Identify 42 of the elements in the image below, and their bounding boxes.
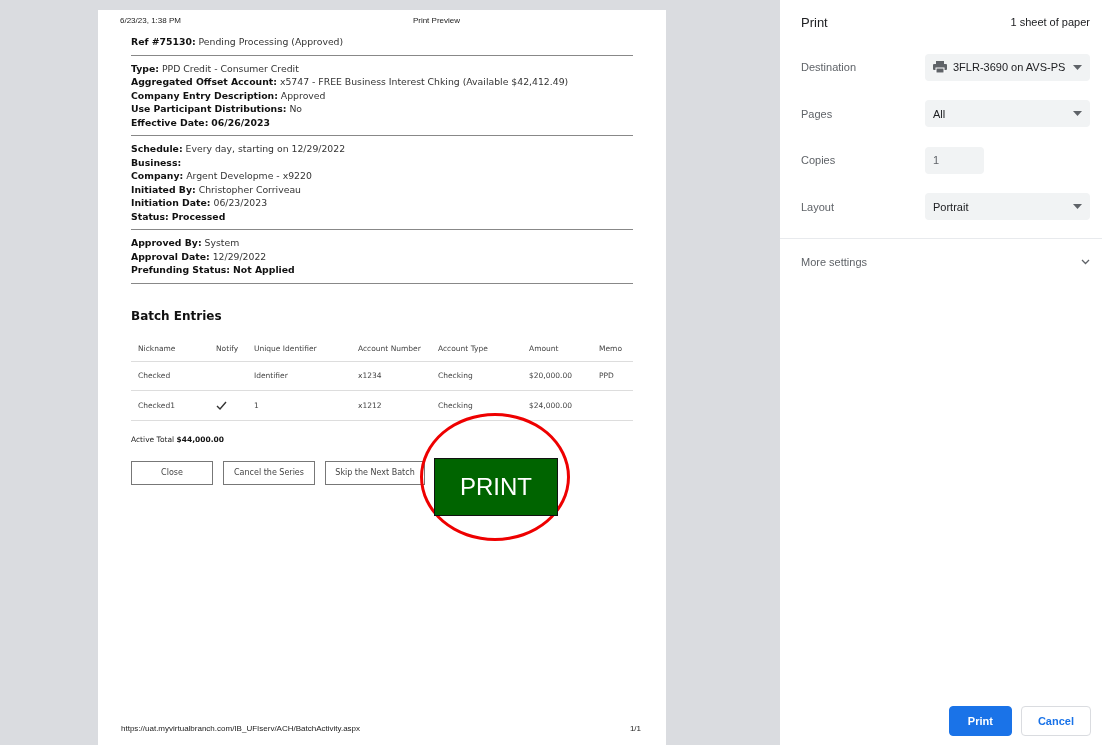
action-button[interactable]: Cancel the Series — [223, 460, 315, 485]
select-field[interactable]: Portrait — [925, 193, 1090, 221]
detail-line: Aggregated Offset Account: x5747 - FREE Business Interest Chking (Available $42,412.49) — [131, 75, 570, 89]
select-field[interactable]: All — [925, 100, 1090, 128]
batch-title: Batch Entries — [131, 308, 223, 323]
action-button[interactable]: Close — [131, 460, 213, 485]
setting-label: Destination — [801, 61, 858, 74]
page-number: 1/1 — [629, 724, 641, 733]
panel-title: Print — [801, 14, 828, 30]
setting-label: Copies — [801, 154, 837, 167]
setting-label: Layout — [801, 200, 836, 213]
detail-line: Use Participant Distributions: No — [131, 102, 304, 116]
caret-icon — [1073, 64, 1082, 70]
input-field[interactable]: 1 — [925, 146, 984, 174]
action-button[interactable]: Skip the Next Batch — [325, 460, 425, 485]
print-annotation: PRINT — [434, 458, 558, 516]
sheet-count: 1 sheet of paper — [1010, 16, 1090, 28]
detail-line: Approved By: System — [131, 236, 241, 250]
detail-line: Effective Date: 06/26/2023 — [131, 115, 271, 129]
print-date: 6/23/23, 1:38 PM — [120, 16, 181, 25]
chevron-down-icon — [1081, 259, 1090, 265]
detail-line: Initiated By: Christopher Corriveau — [131, 182, 302, 196]
detail-line: Approval Date: 12/29/2022 — [131, 249, 268, 263]
caret-icon — [1073, 111, 1082, 117]
detail-line: Company Entry Description: Approved — [131, 88, 327, 102]
printer-icon — [933, 61, 947, 74]
caret-icon — [1073, 204, 1082, 210]
detail-line: Business: — [131, 155, 183, 169]
print-title: Print Preview — [412, 16, 460, 25]
ref-line: Ref #75130: Pending Processing (Approved) — [131, 35, 345, 49]
detail-line: Schedule: Every day, starting on 12/29/2022 — [131, 142, 347, 156]
detail-line: Type: PPD Credit - Consumer Credit — [131, 61, 300, 75]
print-button[interactable]: Print — [948, 706, 1012, 736]
cancel-button[interactable]: Cancel — [1020, 706, 1091, 736]
page-url: https://uat.myvirtualbranch.com/IB_UFIserv/ACH/BatchActivity.aspx — [121, 724, 361, 733]
detail-line: Status: Processed — [131, 209, 227, 223]
setting-label: Pages — [801, 107, 834, 120]
more-settings[interactable]: More settings — [801, 239, 1090, 285]
detail-line: Prefunding Status: Not Applied — [131, 263, 296, 277]
detail-line: Company: Argent Developme - x9220 — [131, 169, 313, 183]
detail-line: Initiation Date: 06/23/2023 — [131, 196, 269, 210]
select-field[interactable]: 3FLR-3690 on AVS-PS — [925, 53, 1090, 81]
